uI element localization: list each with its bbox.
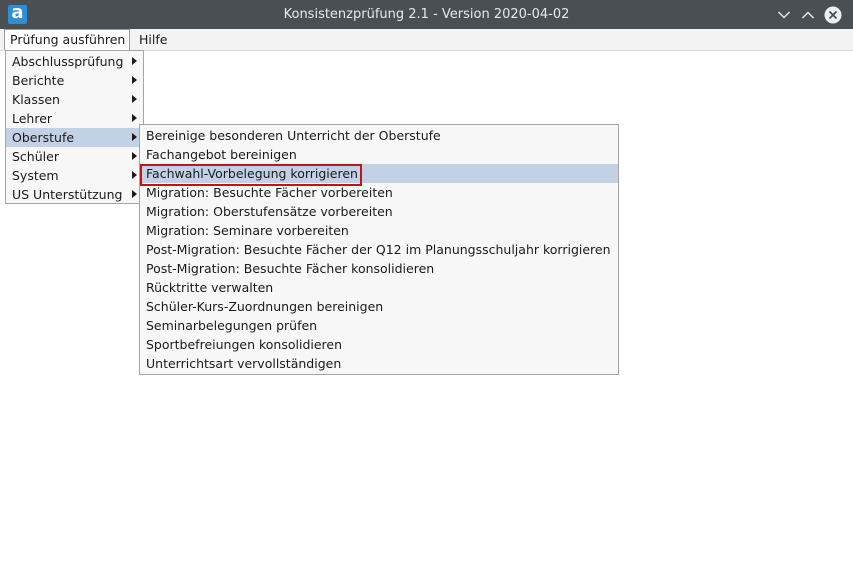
submenu-item-schueler-kurs-zuordnungen[interactable]: Schüler-Kurs-Zuordnungen bereinigen (140, 297, 618, 316)
menu-item-label: Berichte (12, 73, 65, 88)
menu-item-label: System (12, 168, 59, 183)
menu-item-label: Oberstufe (12, 130, 75, 145)
submenu-item-migration-oberstufensaetze[interactable]: Migration: Oberstufensätze vorbereiten (140, 202, 618, 221)
submenu-item-sportbefreiungen-konsolidieren[interactable]: Sportbefreiungen konsolidieren (140, 335, 618, 354)
menu-bar: Prüfung ausführen Hilfe (0, 29, 853, 50)
menu-item-abschlusspruefung[interactable]: Abschlussprüfung (6, 52, 143, 71)
submenu-item-post-migration-q12[interactable]: Post-Migration: Besuchte Fächer der Q12 … (140, 240, 618, 259)
menu-item-schueler[interactable]: Schüler (6, 147, 143, 166)
menu-item-label: Klassen (12, 92, 60, 107)
title-bar: a Konsistenzprüfung 2.1 - Version 2020-0… (0, 0, 853, 29)
submenu-arrow-icon (132, 190, 137, 198)
pruefung-dropdown-menu: Abschlussprüfung Berichte Klassen Lehrer… (5, 50, 144, 204)
menu-item-label: Abschlussprüfung (12, 54, 124, 69)
submenu-item-ruecktritte-verwalten[interactable]: Rücktritte verwalten (140, 278, 618, 297)
menu-item-label: US Unterstützung (12, 187, 123, 202)
minimize-icon[interactable] (775, 6, 793, 24)
submenu-arrow-icon (132, 95, 137, 103)
maximize-icon[interactable] (799, 6, 817, 24)
submenu-item-fachwahl-vorbelegung-korrigieren[interactable]: Fachwahl-Vorbelegung korrigieren (140, 164, 618, 183)
submenu-item-migration-besuchte-faecher[interactable]: Migration: Besuchte Fächer vorbereiten (140, 183, 618, 202)
submenu-arrow-icon (132, 57, 137, 65)
oberstufe-submenu: Bereinige besonderen Unterricht der Ober… (139, 124, 619, 375)
window-title: Konsistenzprüfung 2.1 - Version 2020-04-… (283, 7, 570, 22)
menu-item-system[interactable]: System (6, 166, 143, 185)
menu-item-label: Lehrer (12, 111, 53, 126)
submenu-item-unterrichtsart-vervollstaendigen[interactable]: Unterrichtsart vervollständigen (140, 354, 618, 373)
submenu-item-post-migration-konsolidieren[interactable]: Post-Migration: Besuchte Fächer konsolid… (140, 259, 618, 278)
menu-hilfe[interactable]: Hilfe (134, 29, 172, 50)
menu-item-berichte[interactable]: Berichte (6, 71, 143, 90)
submenu-arrow-icon (132, 133, 137, 141)
submenu-arrow-icon (132, 114, 137, 122)
submenu-item-fachangebot-bereinigen[interactable]: Fachangebot bereinigen (140, 145, 618, 164)
menu-item-klassen[interactable]: Klassen (6, 90, 143, 109)
submenu-item-seminarbelegungen-pruefen[interactable]: Seminarbelegungen prüfen (140, 316, 618, 335)
menu-item-lehrer[interactable]: Lehrer (6, 109, 143, 128)
menu-pruefung-ausfuehren[interactable]: Prüfung ausführen (4, 29, 130, 50)
submenu-arrow-icon (132, 152, 137, 160)
menu-item-us-unterstuetzung[interactable]: US Unterstützung (6, 185, 143, 204)
submenu-arrow-icon (132, 171, 137, 179)
close-icon[interactable] (824, 6, 842, 24)
submenu-item-bereinige-besonderen-unterricht[interactable]: Bereinige besonderen Unterricht der Ober… (140, 126, 618, 145)
submenu-item-migration-seminare[interactable]: Migration: Seminare vorbereiten (140, 221, 618, 240)
menu-item-label: Schüler (12, 149, 59, 164)
menu-item-oberstufe[interactable]: Oberstufe (6, 128, 143, 147)
submenu-arrow-icon (132, 76, 137, 84)
